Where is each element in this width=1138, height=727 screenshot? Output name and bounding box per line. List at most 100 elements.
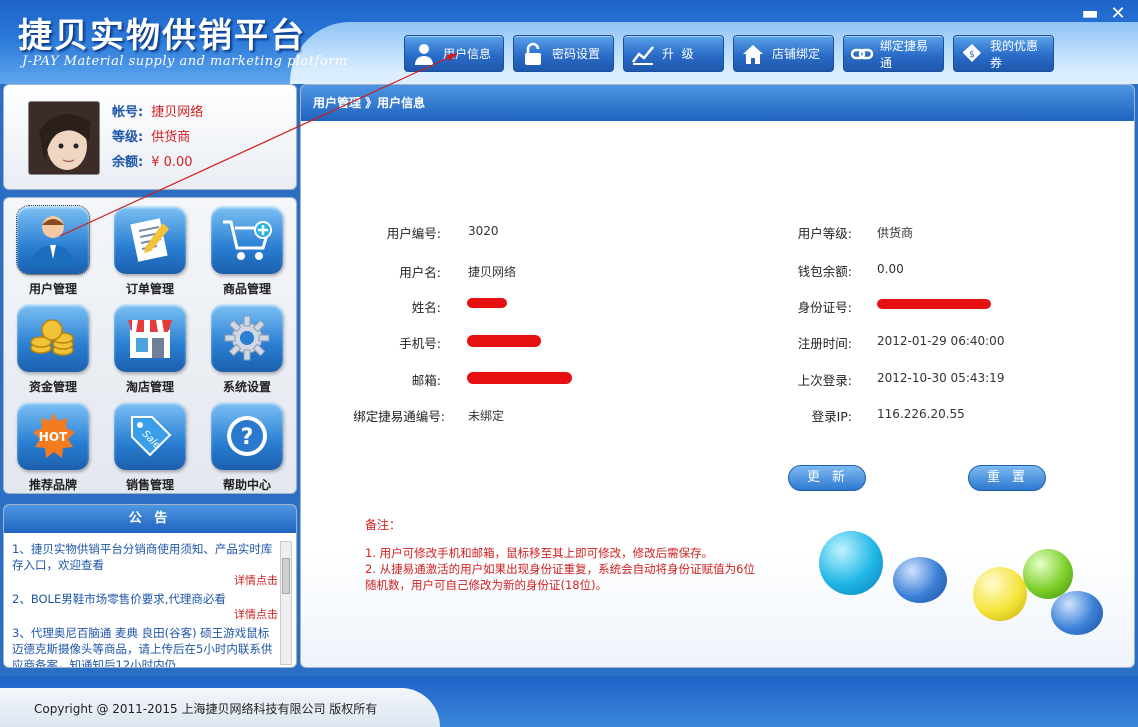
nav-coupon-button[interactable]: $ 我的优惠券 bbox=[953, 35, 1054, 72]
field-value-wallet-balance: 0.00 bbox=[877, 262, 904, 276]
field-value-register-time: 2012-01-29 06:40:00 bbox=[877, 334, 1005, 348]
copyright-text: Copyright @ 2011-2015 上海捷贝网络科技有限公司 版权所有 bbox=[34, 702, 378, 716]
menu-label: 系统设置 bbox=[222, 380, 271, 394]
nav-label: 绑定捷易通 bbox=[880, 38, 929, 70]
field-label-wallet-balance: 钱包余额: bbox=[797, 264, 852, 279]
field-label-login-ip: 登录IP: bbox=[811, 409, 852, 424]
redacted-name bbox=[467, 298, 507, 308]
footer: Copyright @ 2011-2015 上海捷贝网络科技有限公司 版权所有 bbox=[0, 676, 1138, 727]
menu-recommend-brand[interactable]: HOT 推荐品牌 bbox=[8, 402, 98, 493]
close-button[interactable]: ✕ bbox=[1108, 4, 1128, 24]
field-value-username: 捷贝网络 bbox=[468, 265, 517, 279]
notice-item[interactable]: 1、捷贝实物供销平台分销商使用须知、产品实时库存入口，欢迎查看 详情点击 bbox=[12, 541, 278, 589]
balance-label: 余额: bbox=[112, 155, 144, 170]
notice-panel: 公 告 1、捷贝实物供销平台分销商使用须知、产品实时库存入口，欢迎查看 详情点击… bbox=[3, 504, 297, 668]
menu-label: 淘店管理 bbox=[125, 380, 174, 394]
menu-label: 用户管理 bbox=[28, 282, 77, 296]
top-nav: 用户信息 密码设置 升 级 店铺绑定 绑定捷易通 $ 我的优惠券 bbox=[404, 35, 1063, 72]
link-icon bbox=[850, 41, 874, 67]
coins-icon bbox=[17, 304, 89, 372]
scrollbar-thumb[interactable] bbox=[282, 558, 290, 594]
notice-list: 1、捷贝实物供销平台分销商使用须知、产品实时库存入口，欢迎查看 详情点击 2、B… bbox=[12, 541, 278, 667]
notice-text[interactable]: 1、捷贝实物供销平台分销商使用须知、产品实时库存入口，欢迎查看 bbox=[12, 542, 272, 572]
menu-label: 推荐品牌 bbox=[28, 478, 77, 492]
menu-help-center[interactable]: ? 帮助中心 bbox=[202, 402, 292, 493]
notice-title: 公 告 bbox=[4, 505, 296, 533]
nav-password-button[interactable]: 密码设置 bbox=[513, 35, 614, 72]
menu-label: 资金管理 bbox=[28, 380, 77, 394]
balance-value: ¥ 0.00 bbox=[151, 155, 193, 170]
field-label-user-level: 用户等级: bbox=[797, 226, 852, 241]
profile-balance: 余额: ¥ 0.00 bbox=[112, 151, 193, 170]
level-value: 供货商 bbox=[151, 130, 191, 145]
order-document-icon bbox=[114, 206, 186, 274]
notice-detail-link[interactable]: 详情点击 bbox=[12, 607, 278, 623]
nav-label: 升 级 bbox=[662, 47, 694, 61]
field-label-id-number: 身份证号: bbox=[797, 300, 852, 315]
sale-tag-icon: Sale bbox=[114, 402, 186, 470]
nav-label: 店铺绑定 bbox=[772, 47, 821, 61]
lock-icon bbox=[520, 41, 546, 67]
redacted-id-number bbox=[877, 299, 991, 309]
nav-bind-jieyitong-button[interactable]: 绑定捷易通 bbox=[843, 35, 944, 72]
profile-account: 帐号: 捷贝网络 bbox=[112, 101, 203, 120]
notice-item[interactable]: 2、BOLE男鞋市场零售价要求,代理商必看 详情点击 bbox=[12, 591, 278, 623]
remark-title: 备注： bbox=[365, 518, 402, 532]
menu-label: 帮助中心 bbox=[222, 478, 271, 492]
nav-label: 密码设置 bbox=[552, 47, 601, 61]
app-title: 捷贝实物供销平台 bbox=[18, 16, 306, 56]
nav-upgrade-button[interactable]: 升 级 bbox=[623, 35, 724, 72]
level-label: 等级: bbox=[112, 130, 144, 145]
notice-scrollbar[interactable] bbox=[280, 541, 292, 665]
svg-text:$: $ bbox=[969, 50, 975, 60]
email-field[interactable] bbox=[467, 372, 572, 384]
function-menu: 用户管理 订单管理 商品管理 资金管理 淘店管理 系统设置 HOT 推荐品牌 S… bbox=[3, 197, 297, 494]
account-label: 帐号: bbox=[112, 105, 144, 120]
decorative-ball bbox=[1023, 549, 1073, 599]
notice-text[interactable]: 3、代理奥尼百脑通 麦典 良田(谷客) 硕王游戏鼠标 迈德克斯摄像头等商品，请上… bbox=[12, 626, 272, 667]
menu-user-manage[interactable]: 用户管理 bbox=[8, 205, 98, 297]
app-subtitle: J-PAY Material supply and marketing plat… bbox=[22, 54, 348, 69]
user-info-panel: 用户管理 》用户信息 用户编号: 3020 用户名: 捷贝网络 姓名: 手机号:… bbox=[300, 84, 1135, 668]
nav-user-info-button[interactable]: 用户信息 bbox=[404, 35, 504, 72]
field-value-user-level: 供货商 bbox=[877, 226, 914, 240]
decorative-ball bbox=[973, 567, 1027, 621]
menu-fund-manage[interactable]: 资金管理 bbox=[8, 304, 98, 395]
decorative-ball bbox=[819, 531, 883, 595]
menu-label: 销售管理 bbox=[125, 478, 174, 492]
minimize-button[interactable]: ▬ bbox=[1080, 4, 1100, 24]
field-label-phone: 手机号: bbox=[399, 336, 441, 351]
svg-text:HOT: HOT bbox=[39, 430, 68, 444]
shopping-cart-icon bbox=[211, 206, 283, 274]
field-label-username: 用户名: bbox=[399, 265, 441, 280]
menu-label: 商品管理 bbox=[222, 282, 271, 296]
nav-shop-bind-button[interactable]: 店铺绑定 bbox=[733, 35, 834, 72]
field-value-last-login: 2012-10-30 05:43:19 bbox=[877, 371, 1005, 385]
menu-system-settings[interactable]: 系统设置 bbox=[202, 304, 292, 395]
user-icon bbox=[411, 41, 437, 67]
avatar bbox=[28, 101, 100, 175]
field-label-register-time: 注册时间: bbox=[797, 336, 852, 351]
remark-list: 1. 用户可修改手机和邮箱，鼠标移至其上即可修改，修改后需保存。 2. 从捷易通… bbox=[365, 545, 765, 593]
notice-detail-link[interactable]: 详情点击 bbox=[12, 573, 278, 589]
notice-item[interactable]: 3、代理奥尼百脑通 麦典 良田(谷客) 硕王游戏鼠标 迈德克斯摄像头等商品，请上… bbox=[12, 625, 278, 667]
field-label-jieyitong-id: 绑定捷易通编号: bbox=[353, 409, 445, 424]
shop-icon bbox=[114, 304, 186, 372]
coupon-icon: $ bbox=[960, 41, 984, 67]
app-header: 捷贝实物供销平台 J-PAY Material supply and marke… bbox=[0, 0, 1138, 84]
house-icon bbox=[740, 41, 766, 67]
menu-order-manage[interactable]: 订单管理 bbox=[105, 206, 195, 297]
remark-item: 2. 从捷易通激活的用户如果出现身份证重复，系统会自动将身份证赋值为6位随机数，… bbox=[365, 562, 755, 592]
field-label-name: 姓名: bbox=[411, 300, 441, 315]
menu-sales-manage[interactable]: Sale 销售管理 bbox=[105, 402, 195, 493]
menu-product-manage[interactable]: 商品管理 bbox=[202, 206, 292, 297]
reset-button[interactable]: 重置 bbox=[968, 465, 1046, 491]
upgrade-chart-icon bbox=[630, 41, 656, 67]
field-label-last-login: 上次登录: bbox=[797, 373, 852, 388]
user-manage-icon bbox=[16, 205, 90, 275]
menu-taobao-shop-manage[interactable]: 淘店管理 bbox=[105, 304, 195, 395]
notice-text[interactable]: 2、BOLE男鞋市场零售价要求,代理商必看 bbox=[12, 592, 226, 606]
phone-field[interactable] bbox=[467, 335, 541, 347]
update-button[interactable]: 更新 bbox=[788, 465, 866, 491]
hot-icon: HOT bbox=[17, 402, 89, 470]
